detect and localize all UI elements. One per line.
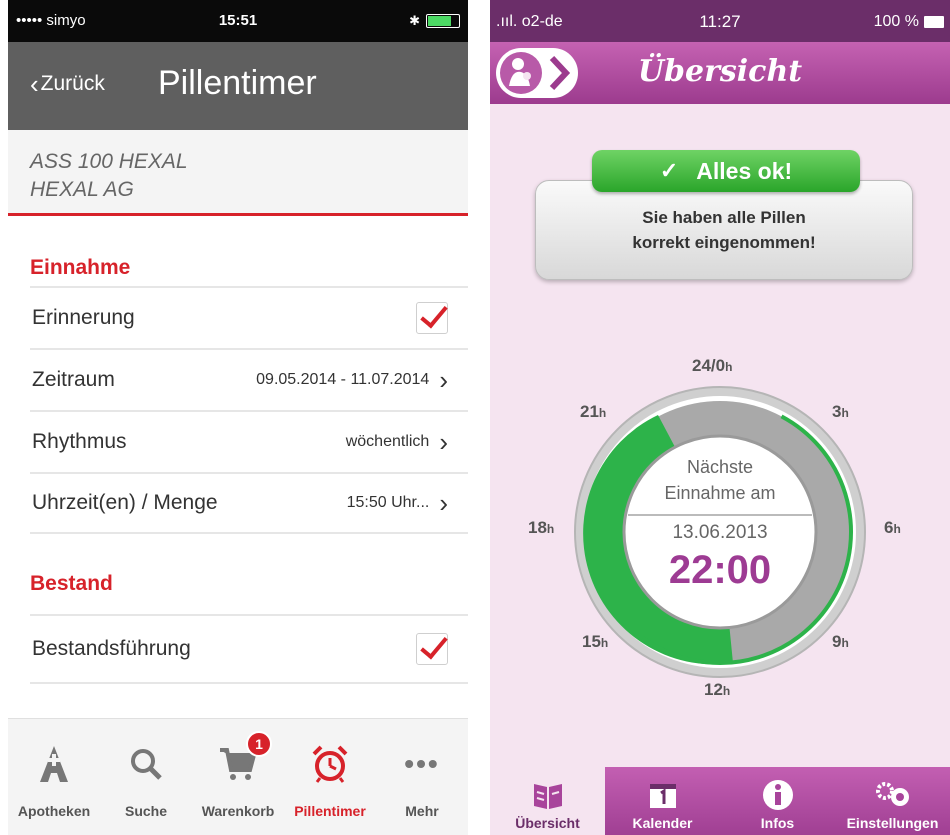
chevron-left-icon: ‹ [30, 69, 39, 99]
battery-indicator: 100 % [874, 13, 944, 31]
app-header: Übersicht [490, 42, 950, 104]
tab-bar: Übersicht Kalender Infos Einstellungen [490, 767, 950, 835]
drug-name: ASS 100 HEXAL [30, 150, 188, 173]
stock-tracking-checkbox[interactable] [416, 633, 448, 665]
row-label: Erinnerung [32, 306, 135, 329]
row-value: wöchentlich [345, 433, 430, 450]
tab-label: Apotheken [17, 803, 91, 819]
dial-label-9: 9h [832, 632, 849, 651]
row-value: 15:50 Uhr... [346, 494, 430, 511]
tab-kalender[interactable]: Kalender [605, 767, 720, 835]
calendar-icon [646, 775, 680, 815]
back-button[interactable]: ‹ Zurück [30, 69, 105, 99]
cart-badge: 1 [246, 731, 272, 757]
status-message-box: Sie haben alle Pillen korrekt eingenomme… [535, 180, 913, 280]
next-label-1: Nächste [686, 457, 754, 477]
tab-label: Suche [124, 803, 167, 819]
reminder-row[interactable]: Erinnerung [30, 286, 468, 348]
row-label: Rhythmus [32, 430, 127, 453]
tab-pillentimer[interactable]: Pillentimer [284, 719, 376, 835]
page-title: Pillentimer [158, 64, 317, 102]
next-intake-time: 22:00 [668, 548, 772, 592]
dial-label-21: 21h [580, 402, 607, 421]
dial-label-3: 3h [832, 402, 849, 421]
chevron-right-icon: › [439, 488, 448, 518]
gears-icon [873, 775, 913, 815]
nav-bar: ‹ Zurück Pillentimer [8, 42, 468, 130]
chevron-right-icon: › [439, 365, 448, 395]
dial-label-24: 24/0h [692, 356, 733, 375]
row-label: Bestandsführung [32, 637, 191, 660]
chevron-right-icon: › [439, 427, 448, 457]
tab-warenkorb[interactable]: 1 Warenkorb [192, 719, 284, 835]
next-intake-date: 13.06.2013 [672, 522, 768, 543]
overview-screen: .ııl. o2-de 11:27 100 % Übersicht Sie ha… [490, 0, 950, 835]
section-heading-stock: Bestand [30, 572, 113, 595]
period-row[interactable]: Zeitraum 09.05.2014 - 11.07.2014 › [30, 348, 468, 410]
dial-label-12: 12h [704, 680, 731, 699]
back-label: Zurück [40, 72, 105, 95]
dial-label-6: 6h [884, 518, 901, 537]
next-label-2: Einnahme am [664, 483, 776, 503]
tab-suche[interactable]: Suche [100, 719, 192, 835]
battery-icon: ✱ [409, 13, 460, 29]
row-label: Uhrzeit(en) / Menge [32, 491, 218, 514]
dial-label-18: 18h [528, 518, 555, 537]
status-time: 15:51 [218, 12, 258, 29]
search-icon [129, 739, 163, 789]
drug-info: ASS 100 HEXAL HEXAL AG [8, 130, 468, 216]
page-title: Übersicht [637, 54, 803, 89]
tab-label: Einstellungen [846, 815, 939, 831]
checkmark-icon: ✓ [659, 158, 679, 183]
dial-label-15: 15h [582, 632, 609, 651]
ok-label: Alles ok! [696, 157, 793, 184]
status-bar: .ııl. o2-de 11:27 100 % [490, 0, 950, 42]
alarm-clock-icon [310, 739, 350, 789]
stock-tracking-row[interactable]: Bestandsführung [30, 614, 468, 682]
tab-label: Kalender [632, 815, 693, 831]
tab-label: Infos [760, 815, 795, 831]
info-icon [761, 775, 795, 815]
pillentimer-screen: ••••• simyo 15:51 ✱ ‹ Zurück Pillentimer… [8, 0, 468, 835]
time-amount-row[interactable]: Uhrzeit(en) / Menge 15:50 Uhr... › [30, 472, 468, 534]
tab-label: Warenkorb [201, 803, 275, 819]
tab-uebersicht[interactable]: Übersicht [490, 767, 605, 835]
section-heading-intake: Einnahme [30, 256, 131, 279]
message-line-2: korrekt eingenommen! [632, 233, 816, 252]
message-line-1: Sie haben alle Pillen [642, 208, 806, 227]
tab-infos[interactable]: Infos [720, 767, 835, 835]
tab-label: Mehr [405, 803, 439, 819]
book-icon [531, 775, 565, 815]
tab-bar: Apotheken Suche 1 Warenkorb Pillentimer … [8, 718, 468, 835]
more-icon: ••• [404, 748, 440, 779]
drug-maker: HEXAL AG [30, 178, 134, 201]
rhythm-row[interactable]: Rhythmus wöchentlich › [30, 410, 468, 472]
pharmacy-icon [36, 739, 72, 789]
battery-icon [924, 16, 944, 28]
battery-percent: 100 % [873, 13, 919, 30]
status-bar: ••••• simyo 15:51 ✱ [8, 0, 468, 42]
tab-einstellungen[interactable]: Einstellungen [835, 767, 950, 835]
tab-label: Übersicht [515, 815, 580, 831]
tab-apotheken[interactable]: Apotheken [8, 719, 100, 835]
reminder-checkbox[interactable] [416, 302, 448, 334]
tab-label: Pillentimer [294, 803, 366, 819]
tab-mehr[interactable]: ••• Mehr [376, 719, 468, 835]
ok-status-banner: ✓ Alles ok! [592, 150, 860, 192]
row-label: Zeitraum [32, 368, 115, 391]
next-intake-panel: Nächste Einnahme am 13.06.2013 22:00 [620, 432, 820, 632]
row-value: 09.05.2014 - 11.07.2014 [256, 371, 430, 388]
